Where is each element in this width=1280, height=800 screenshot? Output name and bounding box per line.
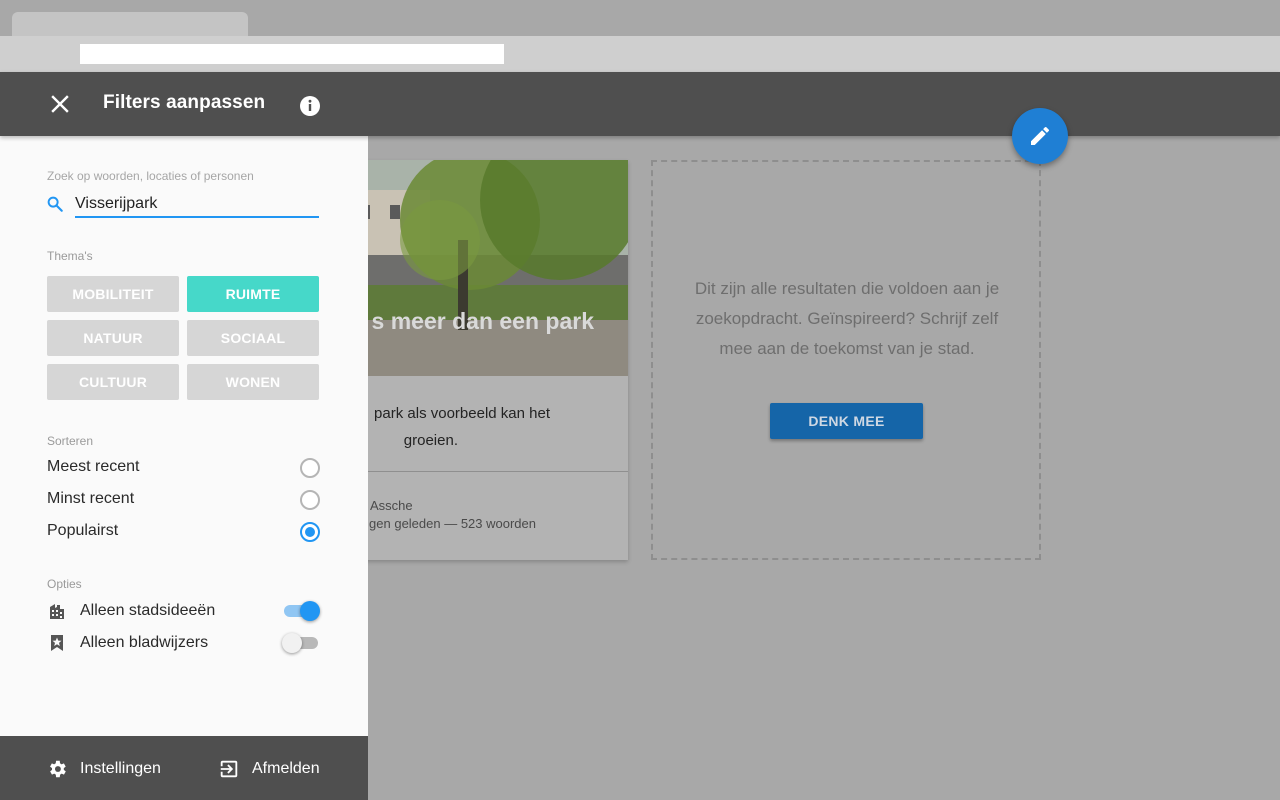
settings-label: Instellingen: [80, 760, 161, 777]
drawer-footer: Instellingen Afmelden: [0, 736, 368, 800]
bookmark-star-icon: [51, 635, 63, 651]
filter-drawer: Zoek op woorden, locaties of personen Th…: [0, 136, 368, 736]
browser-toolbar: [0, 36, 1280, 72]
sort-label: Sorteren: [47, 434, 94, 448]
theme-button-sociaal[interactable]: SOCIAAL: [187, 320, 319, 356]
options-label: Opties: [47, 577, 82, 591]
theme-button-wonen[interactable]: WONEN: [187, 364, 319, 400]
sort-option-label: Minst recent: [47, 490, 135, 507]
info-button[interactable]: [298, 94, 322, 118]
radio-button[interactable]: [300, 490, 320, 510]
results-end-box: Dit zijn alle resultaten die voldoen aan…: [651, 160, 1041, 560]
gear-icon: [50, 760, 66, 778]
option-alleen-stadsideeen: Alleen stadsideeën: [47, 597, 322, 625]
close-icon: [51, 95, 69, 113]
sort-option-meest-recent[interactable]: Meest recent: [47, 457, 322, 481]
search-input[interactable]: [75, 192, 319, 218]
sort-option-label: Meest recent: [47, 458, 140, 475]
search-label: Zoek op woorden, locaties of personen: [47, 169, 254, 183]
city-icon: [50, 604, 64, 619]
toggle-thumb: [300, 601, 320, 621]
sort-option-populairst[interactable]: Populairst: [47, 521, 322, 545]
results-end-text: Dit zijn alle resultaten die voldoen aan…: [694, 279, 1000, 358]
sort-option-label: Populairst: [47, 522, 119, 539]
toggle-switch-on[interactable]: [282, 600, 322, 622]
option-alleen-bladwijzers: Alleen bladwijzers: [47, 629, 322, 657]
settings-button[interactable]: Instellingen: [46, 756, 161, 782]
theme-button-natuur[interactable]: NATUUR: [47, 320, 179, 356]
url-bar[interactable]: [80, 44, 504, 64]
radio-button[interactable]: [300, 458, 320, 478]
logout-icon: [220, 760, 238, 778]
toggle-switch-off[interactable]: [282, 632, 322, 654]
theme-button-cultuur[interactable]: CULTUUR: [47, 364, 179, 400]
themes-label: Thema's: [47, 249, 93, 263]
logout-button[interactable]: Afmelden: [218, 756, 320, 782]
info-icon: [300, 96, 320, 116]
close-button[interactable]: [46, 90, 74, 118]
pencil-icon: [1031, 126, 1050, 145]
app-header: Filters aanpassen: [0, 72, 1280, 136]
option-label: Alleen stadsideeën: [80, 602, 216, 619]
denk-mee-button[interactable]: DENK MEE: [770, 403, 923, 439]
card-date-wordcount: gen geleden — 523 woorden: [369, 516, 536, 531]
theme-button-mobiliteit[interactable]: MOBILITEIT: [47, 276, 179, 312]
write-idea-button[interactable]: [1012, 108, 1068, 164]
browser-tab[interactable]: [12, 12, 248, 38]
toggle-thumb: [282, 633, 302, 653]
option-label: Alleen bladwijzers: [80, 634, 209, 651]
page-title: Filters aanpassen: [103, 92, 266, 113]
theme-button-ruimte[interactable]: RUIMTE: [187, 276, 319, 312]
logout-label: Afmelden: [252, 760, 320, 777]
search-icon: [47, 196, 63, 212]
sort-option-minst-recent[interactable]: Minst recent: [47, 489, 322, 513]
radio-button-checked[interactable]: [300, 522, 320, 542]
